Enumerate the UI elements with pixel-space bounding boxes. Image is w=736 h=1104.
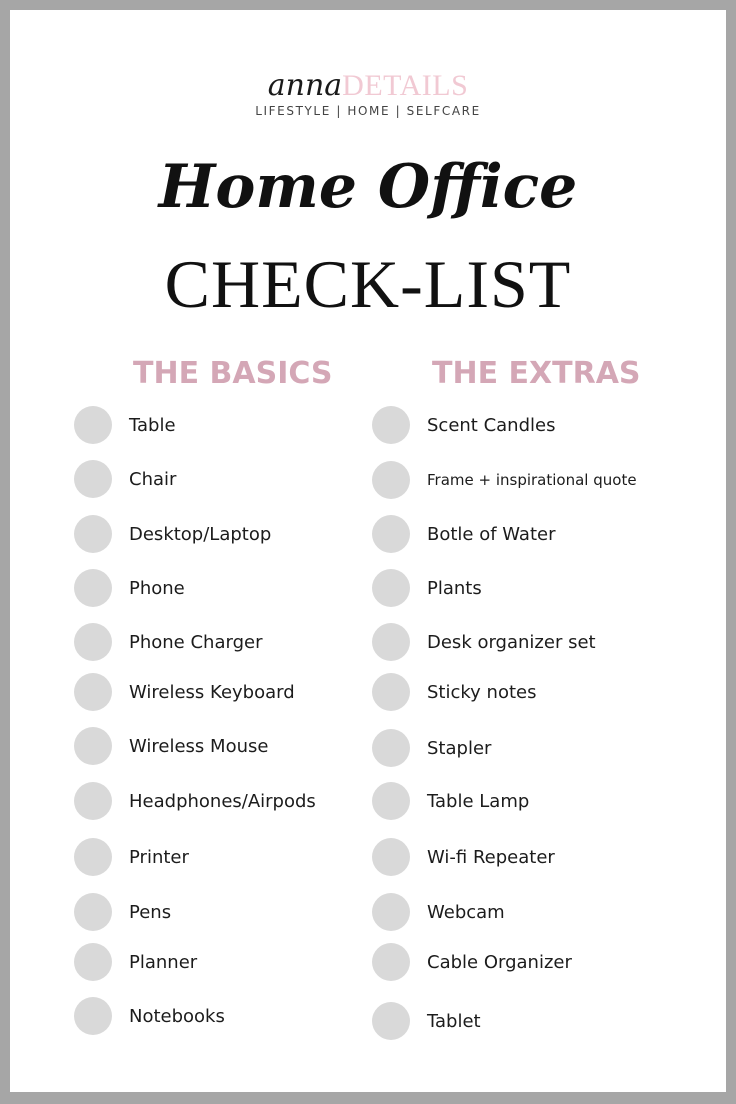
brand-tagline: LIFESTYLE | HOME | SELFCARE xyxy=(255,104,481,118)
checklist-item[interactable]: Planner xyxy=(74,943,197,981)
checkbox-circle-icon[interactable] xyxy=(74,406,112,444)
checklist-item-label: Scent Candles xyxy=(427,414,556,436)
checklist-item[interactable]: Wireless Mouse xyxy=(74,727,268,765)
checklist-item-label: Phone Charger xyxy=(129,631,263,653)
checklist-item[interactable]: Headphones/Airpods xyxy=(74,782,316,820)
checklist-item[interactable]: Phone xyxy=(74,569,185,607)
checklist-item[interactable]: Desk organizer set xyxy=(372,623,596,661)
checklist-item-label: Table Lamp xyxy=(427,790,530,812)
checklist-item-label: Phone xyxy=(129,577,185,599)
checklist-item[interactable]: Notebooks xyxy=(74,997,225,1035)
checklist-item[interactable]: Sticky notes xyxy=(372,673,536,711)
checkbox-circle-icon[interactable] xyxy=(74,460,112,498)
checkbox-circle-icon[interactable] xyxy=(74,569,112,607)
checklist-item-label: Wireless Keyboard xyxy=(129,681,295,703)
checklist-item[interactable]: Frame + inspirational quote xyxy=(372,461,637,499)
checklist-item-label: Cable Organizer xyxy=(427,951,572,973)
checklist-item[interactable]: Desktop/Laptop xyxy=(74,515,271,553)
checkbox-circle-icon[interactable] xyxy=(372,782,410,820)
checkbox-circle-icon[interactable] xyxy=(372,461,410,499)
checkbox-circle-icon[interactable] xyxy=(372,1002,410,1040)
checklist-item[interactable]: Wireless Keyboard xyxy=(74,673,295,711)
checklist-card: annaDETAILS LIFESTYLE | HOME | SELFCARE … xyxy=(10,10,726,1092)
checklist-item[interactable]: Wi-fi Repeater xyxy=(372,838,555,876)
checklist-item-label: Wireless Mouse xyxy=(129,735,269,757)
checklist-item-label: Pens xyxy=(129,901,172,923)
checkbox-circle-icon[interactable] xyxy=(74,782,112,820)
checklist-item-label: Headphones/Airpods xyxy=(129,790,316,812)
checklist-item[interactable]: Printer xyxy=(74,838,189,876)
checklist-item-label: Desk organizer set xyxy=(427,631,596,653)
title-main: CHECK-LIST xyxy=(164,246,572,322)
checklist-item-label: Tablet xyxy=(427,1010,481,1032)
checkbox-circle-icon[interactable] xyxy=(74,838,112,876)
checkbox-circle-icon[interactable] xyxy=(372,623,410,661)
checkbox-circle-icon[interactable] xyxy=(372,406,410,444)
checklist-item[interactable]: Scent Candles xyxy=(372,406,555,444)
checkbox-circle-icon[interactable] xyxy=(372,729,410,767)
brand-logo: annaDETAILS xyxy=(10,68,726,103)
checklist-item-label: Wi-fi Repeater xyxy=(427,846,555,868)
checklist-item[interactable]: Pens xyxy=(74,893,171,931)
checkbox-circle-icon[interactable] xyxy=(372,569,410,607)
checkbox-circle-icon[interactable] xyxy=(372,893,410,931)
checkbox-circle-icon[interactable] xyxy=(74,515,112,553)
checklist-item-label: Stapler xyxy=(427,737,492,759)
title-script: Home Office xyxy=(158,152,578,222)
checklist-item-label: Plants xyxy=(427,577,482,599)
checkbox-circle-icon[interactable] xyxy=(74,673,112,711)
checklist-item-label: Webcam xyxy=(427,901,505,923)
checkbox-circle-icon[interactable] xyxy=(372,838,410,876)
checkbox-circle-icon[interactable] xyxy=(74,997,112,1035)
checklist-item-label: Botle of Water xyxy=(427,523,556,545)
heading-basics: THE BASICS xyxy=(133,356,333,391)
checklist-item-label: Chair xyxy=(129,468,177,490)
checklist-item[interactable]: Phone Charger xyxy=(74,623,262,661)
checkbox-circle-icon[interactable] xyxy=(74,893,112,931)
checklist-item-label: Planner xyxy=(129,951,198,973)
checkbox-circle-icon[interactable] xyxy=(372,515,410,553)
checklist-item-label: Desktop/Laptop xyxy=(129,523,272,545)
checklist-item[interactable]: Stapler xyxy=(372,729,491,767)
checklist-item-label: Sticky notes xyxy=(427,681,537,703)
checkbox-circle-icon[interactable] xyxy=(74,623,112,661)
checklist-item[interactable]: Table Lamp xyxy=(372,782,529,820)
brand-name-caps: DETAILS xyxy=(342,69,469,102)
checklist-item[interactable]: Plants xyxy=(372,569,482,607)
checkbox-circle-icon[interactable] xyxy=(74,727,112,765)
checklist-item-label: Printer xyxy=(129,846,189,868)
brand-name-script: anna xyxy=(267,68,343,103)
heading-extras: THE EXTRAS xyxy=(432,356,641,391)
checklist-item-label: Notebooks xyxy=(129,1005,225,1027)
checklist-item[interactable]: Webcam xyxy=(372,893,505,931)
checkbox-circle-icon[interactable] xyxy=(372,673,410,711)
checklist-item[interactable]: Chair xyxy=(74,460,176,498)
checkbox-circle-icon[interactable] xyxy=(74,943,112,981)
checklist-item-label: Table xyxy=(129,414,176,436)
checklist-item[interactable]: Cable Organizer xyxy=(372,943,572,981)
checklist-item[interactable]: Botle of Water xyxy=(372,515,556,553)
checklist-item[interactable]: Table xyxy=(74,406,176,444)
checklist-item-label: Frame + inspirational quote xyxy=(427,471,637,489)
checkbox-circle-icon[interactable] xyxy=(372,943,410,981)
checklist-item[interactable]: Tablet xyxy=(372,1002,481,1040)
